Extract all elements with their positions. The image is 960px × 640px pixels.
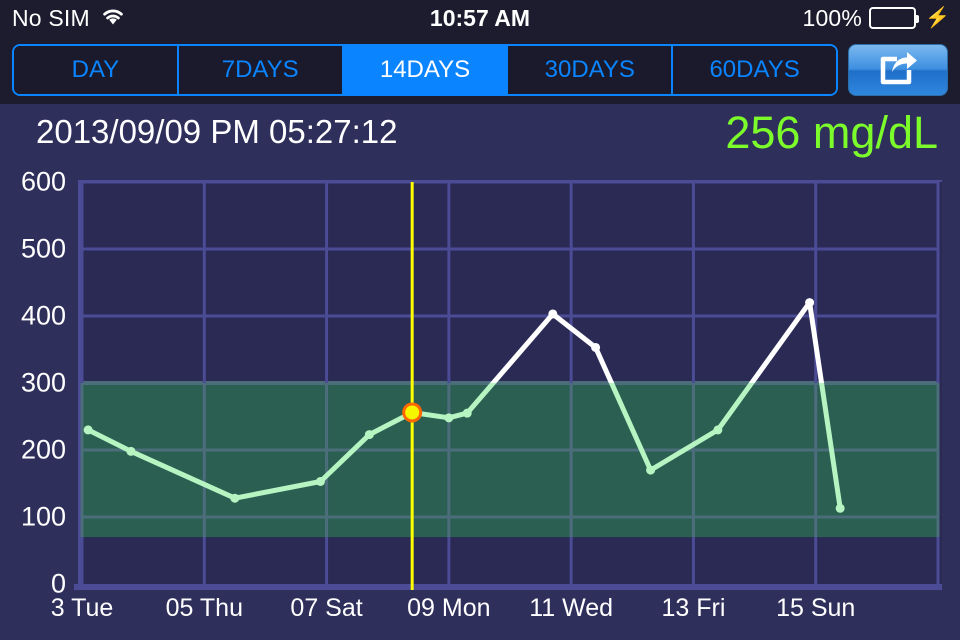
tab-7days[interactable]: 7DAYS [178, 46, 344, 94]
x-axis-tick: 11 Wed [529, 594, 614, 622]
reading-datetime: 2013/09/09 PM 05:27:12 [36, 113, 398, 150]
y-axis-tick: 500 [20, 233, 66, 264]
data-point[interactable] [444, 413, 454, 423]
x-axis-tick: 07 Sat [290, 594, 363, 622]
data-point[interactable] [835, 503, 845, 513]
tab-60days[interactable]: 60DAYS [673, 46, 836, 94]
data-point[interactable] [805, 298, 815, 308]
data-point[interactable] [364, 430, 374, 440]
y-axis-tick: 100 [20, 501, 66, 532]
tab-day[interactable]: DAY [14, 46, 179, 94]
data-point[interactable] [83, 425, 93, 435]
glucose-chart[interactable]: 0 100 200 300 400 500 600 3 Tue 05 Thu 07 Sat 09 … [0, 166, 960, 640]
x-axis-tick: 3 Tue [50, 594, 114, 622]
y-axis-tick: 400 [20, 300, 66, 331]
y-axis-tick: 200 [20, 434, 66, 465]
reading-value: 256 mg/dL [725, 107, 938, 158]
tab-30days[interactable]: 30DAYS [508, 46, 674, 94]
segmented-control[interactable]: DAY 7DAYS 14DAYS 30DAYS 60DAYS [12, 44, 838, 96]
x-axis-tick: 05 Thu [165, 594, 243, 622]
data-point[interactable] [230, 493, 240, 503]
share-button[interactable] [848, 44, 948, 96]
x-axis-tick: 15 Sun [776, 594, 856, 622]
range-tab-bar: DAY 7DAYS 14DAYS 30DAYS 60DAYS [0, 36, 960, 104]
reading-header: 2013/09/09 PM 05:27:12 256 mg/dL [0, 104, 960, 166]
battery-full-icon [869, 7, 920, 29]
data-point[interactable] [126, 446, 136, 456]
chart-canvas [80, 180, 940, 590]
data-point[interactable] [646, 465, 656, 475]
y-axis-tick: 300 [20, 367, 66, 398]
battery-percent-label: 100% [802, 4, 863, 31]
target-range-band [82, 383, 938, 538]
status-bar: No SIM 10:57 AM 100% ⚡ [0, 0, 960, 36]
data-point[interactable] [548, 309, 558, 319]
x-axis-tick: 09 Mon [407, 594, 491, 622]
data-point[interactable] [591, 342, 601, 352]
lightning-bolt-icon: ⚡ [925, 7, 950, 29]
data-point[interactable] [462, 408, 472, 418]
x-axis-tick: 13 Fri [661, 594, 726, 622]
selected-point[interactable] [405, 405, 420, 420]
tab-14days[interactable]: 14DAYS [343, 46, 509, 94]
x-axis-tick-labels: 3 Tue 05 Thu 07 Sat 09 Mon 11 Wed 13 Fri 15 Su… [0, 590, 960, 640]
status-bar-right: 100% ⚡ [802, 4, 950, 31]
share-export-icon [875, 48, 921, 93]
y-axis-tick-labels: 0 100 200 300 400 500 600 [0, 166, 74, 606]
y-axis-tick: 600 [20, 166, 66, 197]
data-point[interactable] [713, 425, 723, 435]
data-point[interactable] [315, 476, 325, 486]
